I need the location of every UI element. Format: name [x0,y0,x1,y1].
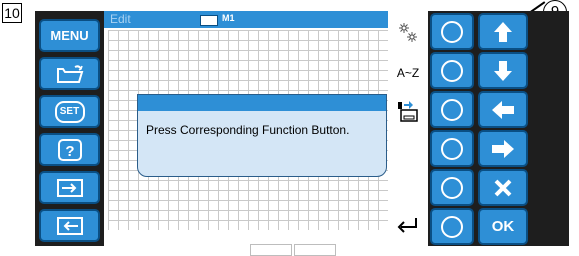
right-button[interactable] [478,130,528,167]
ok-label: OK [491,218,515,235]
up-button[interactable] [478,13,528,50]
arrow-up-icon [494,21,512,42]
close-x-icon [494,179,512,196]
set-label: SET [59,106,80,117]
menu-button[interactable]: MENU [39,19,100,52]
help-button[interactable]: ? [39,133,100,166]
open-file-button[interactable] [39,57,100,90]
down-button[interactable] [478,52,528,89]
function-button-4[interactable] [430,130,474,167]
function-button-3[interactable] [430,91,474,128]
open-folder-icon [56,64,83,83]
side-item-1 [388,13,428,52]
cancel-button[interactable] [478,169,528,206]
left-button[interactable] [478,91,528,128]
edit-title: Edit [110,12,131,26]
load-button[interactable] [39,171,100,204]
circle-icon [441,98,463,121]
function-label-panel: A~Z [388,11,428,246]
memory-indicator-box [200,15,218,26]
navigation-button-column: OK [478,11,532,246]
arrow-right-icon [492,139,514,158]
function-button-5[interactable] [430,169,474,206]
circle-icon [441,59,463,82]
load-arrow-icon [56,178,83,197]
arrow-down-icon [494,60,512,81]
alphabet-label: A~Z [396,65,420,80]
save-button[interactable] [39,209,100,242]
menu-label: MENU [50,28,89,43]
step-number: 10 [2,3,22,23]
function-button-2[interactable] [430,52,474,89]
bottom-tab-left[interactable] [250,244,292,256]
save-arrow-icon [56,216,83,235]
svg-text:?: ? [65,143,74,160]
function-button-6[interactable] [430,208,474,245]
side-item-3 [388,91,428,130]
popup-message: Press Corresponding Function Button. [146,123,350,137]
circle-icon [441,137,463,160]
message-popup: Press Corresponding Function Button. [137,94,387,177]
function-button-1[interactable] [430,13,474,50]
flower-stamp-icon [399,22,417,42]
side-item-return [388,205,428,244]
transfer-icon [398,100,418,122]
circle-icon [441,176,463,199]
function-button-column [428,11,476,246]
side-item-2: A~Z [388,53,428,92]
return-arrow-icon [397,217,417,233]
ok-button[interactable]: OK [478,208,528,245]
bottom-tab-right[interactable] [294,244,336,256]
circle-icon [441,20,463,43]
left-button-column: MENU SET ? [35,11,105,246]
set-button[interactable]: SET [39,95,100,128]
edit-title-bar: Edit M1 [104,11,388,28]
memory-label: M1 [222,13,235,23]
arrow-left-icon [492,100,514,119]
help-icon: ? [57,138,82,161]
circle-icon [441,215,463,238]
popup-title-bar [138,95,386,111]
